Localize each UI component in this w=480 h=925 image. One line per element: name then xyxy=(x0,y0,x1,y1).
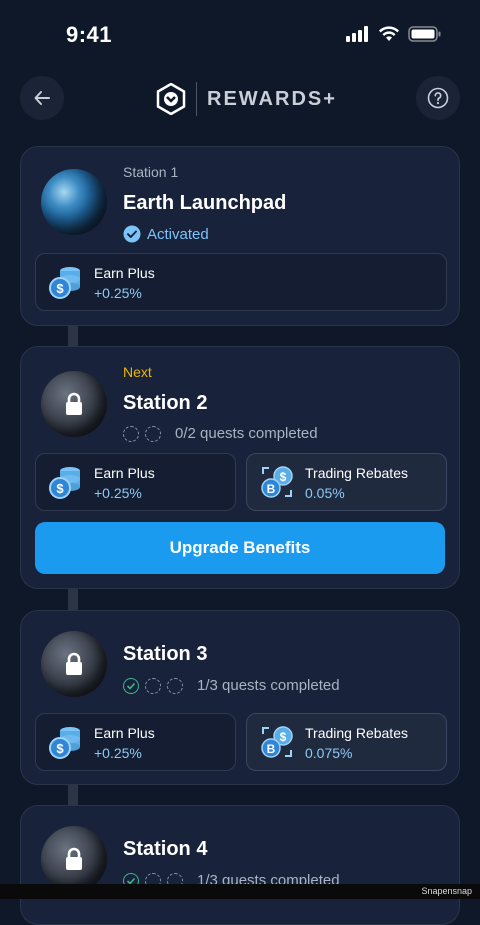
back-button[interactable] xyxy=(20,76,64,120)
locked-planet-icon xyxy=(41,631,107,697)
benefit-value: +0.25% xyxy=(94,745,142,761)
benefit-value: +0.25% xyxy=(94,485,142,501)
coins-icon: $ xyxy=(48,264,84,305)
benefit-name: Trading Rebates xyxy=(305,725,408,741)
svg-text:B: B xyxy=(267,482,276,496)
lock-icon xyxy=(66,847,82,870)
brand-title: REWARDS+ xyxy=(207,87,337,110)
coins-icon: $ xyxy=(48,724,84,765)
progress-connector xyxy=(68,325,78,347)
brand-logo: REWARDS+ xyxy=(156,82,337,116)
arrow-left-icon xyxy=(34,91,50,105)
station-title: Earth Launchpad xyxy=(123,192,287,214)
svg-text:$: $ xyxy=(280,470,287,484)
status-bar: 9:41 xyxy=(0,0,480,70)
station-title: Station 2 xyxy=(123,392,208,414)
benefit-trading-rebates[interactable]: $ B Trading Rebates 0.05% xyxy=(246,453,447,511)
benefit-name: Earn Plus xyxy=(94,465,155,481)
benefit-earn-plus[interactable]: $ Earn Plus +0.25% xyxy=(35,713,236,771)
quest-pending-icon xyxy=(167,677,183,694)
app-header: REWARDS+ xyxy=(0,76,480,122)
station-card-1[interactable]: Station 1 Earth Launchpad Activated $ Ea… xyxy=(20,146,460,326)
benefit-value: 0.075% xyxy=(305,745,353,761)
progress-connector xyxy=(68,588,78,610)
svg-text:B: B xyxy=(267,742,276,756)
quest-pending-icon xyxy=(145,677,161,694)
station-card-3[interactable]: Station 3 1/3 quests completed $ Earn Pl… xyxy=(20,610,460,785)
help-button[interactable] xyxy=(416,76,460,120)
quests-progress: 1/3 quests completed xyxy=(123,677,340,694)
svg-text:$: $ xyxy=(56,741,64,756)
coins-icon: $ xyxy=(48,464,84,505)
station-title: Station 3 xyxy=(123,643,208,665)
quest-complete-icon xyxy=(123,677,139,694)
quest-pending-icon xyxy=(123,425,139,442)
station-card-2[interactable]: Next Station 2 0/2 quests completed $ Ea… xyxy=(20,346,460,589)
benefit-earn-plus[interactable]: $ Earn Plus +0.25% xyxy=(35,453,236,511)
progress-connector xyxy=(68,784,78,806)
svg-text:$: $ xyxy=(280,730,287,744)
signal-icon xyxy=(346,26,368,42)
benefit-earn-plus[interactable]: $ Earn Plus +0.25% xyxy=(35,253,447,311)
quests-progress: 0/2 quests completed xyxy=(123,425,318,442)
check-circle-icon xyxy=(123,225,141,243)
benefit-trading-rebates[interactable]: $ B Trading Rebates 0.075% xyxy=(246,713,447,771)
exchange-coins-icon: $ B xyxy=(259,464,295,505)
station-label: Station 1 xyxy=(123,164,179,180)
benefit-name: Earn Plus xyxy=(94,265,155,281)
quests-label: 0/2 quests completed xyxy=(175,425,318,442)
earth-planet-icon xyxy=(41,169,107,235)
benefit-name: Trading Rebates xyxy=(305,465,408,481)
quest-pending-icon xyxy=(145,425,161,442)
status-icons xyxy=(346,26,442,42)
svg-text:$: $ xyxy=(56,281,64,296)
station-card-4[interactable]: Station 4 1/3 quests completed xyxy=(20,805,460,925)
watermark-text: Snapensnap xyxy=(421,886,472,896)
crypto-com-logo-icon xyxy=(156,83,186,115)
benefit-value: +0.25% xyxy=(94,285,142,301)
benefit-value: 0.05% xyxy=(305,485,345,501)
benefit-name: Earn Plus xyxy=(94,725,155,741)
locked-planet-icon xyxy=(41,371,107,437)
quests-label: 1/3 quests completed xyxy=(197,677,340,694)
upgrade-benefits-button[interactable]: Upgrade Benefits xyxy=(35,522,445,574)
activated-label: Activated xyxy=(147,225,209,243)
lock-icon xyxy=(66,652,82,675)
next-label: Next xyxy=(123,364,152,380)
exchange-coins-icon: $ B xyxy=(259,724,295,765)
svg-text:$: $ xyxy=(56,481,64,496)
battery-icon xyxy=(408,26,441,42)
status-time: 9:41 xyxy=(66,22,113,47)
lock-icon xyxy=(66,392,82,415)
activated-status: Activated xyxy=(123,225,209,243)
station-title: Station 4 xyxy=(123,838,208,860)
locked-planet-icon xyxy=(41,826,107,892)
wifi-icon xyxy=(379,26,399,41)
question-icon xyxy=(427,87,449,109)
watermark-bar: Snapensnap xyxy=(0,884,480,899)
